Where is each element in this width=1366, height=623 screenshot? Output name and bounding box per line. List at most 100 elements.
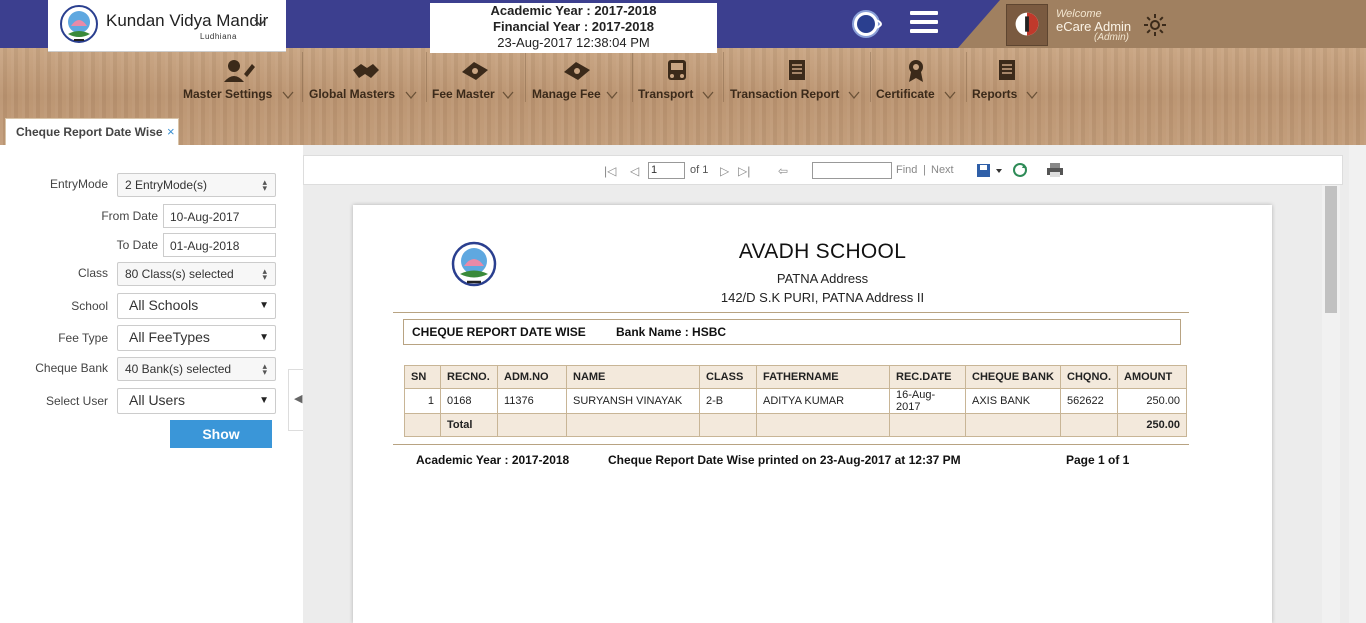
report-school-name: AVADH SCHOOL (738, 240, 907, 263)
find-link[interactable]: Find (896, 164, 917, 176)
table-cell (404, 413, 441, 437)
menu-transport[interactable]: Transport (638, 54, 720, 108)
table-cell: 250.00 (1117, 388, 1187, 414)
print-icon[interactable] (1046, 162, 1064, 178)
chevron-down-icon (606, 91, 618, 100)
chevron-down-icon (848, 91, 860, 100)
hamburger-menu-icon[interactable] (910, 11, 938, 33)
updown-arrow-icon: ▴ ▾ (262, 266, 267, 282)
chevron-down-icon[interactable] (254, 16, 266, 28)
table-cell (965, 413, 1061, 437)
school-selector[interactable]: Kundan Vidya Mandir Ludhiana (48, 0, 286, 52)
menu-global-masters[interactable]: Global Masters (309, 54, 423, 108)
table-cell: 11376 (497, 388, 567, 414)
class-label: Class (77, 266, 108, 280)
school-select[interactable]: All Schools ▼ (117, 293, 276, 319)
table-cell: 562622 (1060, 388, 1118, 414)
menu-master-settings[interactable]: Master Settings (182, 54, 298, 108)
column-header: ADM.NO (497, 365, 567, 389)
academic-year: Academic Year : 2017-2018 (490, 3, 657, 18)
table-cell: 16-Aug-2017 (889, 388, 966, 414)
footer-page-number: Page 1 of 1 (1066, 453, 1130, 467)
updown-arrow-icon: ▴ ▾ (262, 177, 267, 193)
school-logo-icon (451, 241, 497, 287)
page-number-input[interactable]: 1 (648, 162, 685, 179)
column-header: CHEQUE BANK (965, 365, 1061, 389)
menu-manage-fee[interactable]: Manage Fee (532, 54, 630, 108)
document-icon (999, 60, 1015, 80)
table-cell: ADITYA KUMAR (756, 388, 890, 414)
chevron-down-icon (944, 91, 956, 100)
to-date-input[interactable]: 01-Aug-2018 (163, 233, 276, 257)
menu-divider (723, 52, 724, 102)
from-date-label: From Date (101, 209, 158, 223)
menu-divider (302, 52, 303, 102)
table-cell: 1 (404, 388, 441, 414)
entry-mode-label: EntryMode (49, 177, 108, 191)
refresh-icon[interactable] (1012, 162, 1028, 178)
chevron-down-icon (702, 91, 714, 100)
dropdown-arrow-icon: ▼ (259, 395, 269, 406)
table-cell (497, 413, 567, 437)
menu-transaction-report[interactable]: Transaction Report (730, 54, 866, 108)
first-page-icon[interactable]: |◁ (604, 164, 616, 178)
select-user-select[interactable]: All Users ▼ (117, 388, 276, 414)
school-name: Kundan Vidya Mandir (106, 11, 269, 30)
menu-certificate[interactable]: Certificate (876, 54, 964, 108)
dropdown-arrow-icon: ▼ (259, 300, 269, 311)
chevron-left-icon: ◀ (294, 393, 303, 405)
column-header: REC.DATE (889, 365, 966, 389)
close-icon[interactable]: × (167, 124, 175, 139)
session-info: Academic Year : 2017-2018 Financial Year… (430, 3, 717, 53)
column-header: FATHERNAME (756, 365, 890, 389)
next-page-icon[interactable]: ▷ (720, 164, 729, 178)
chevron-down-icon (502, 91, 514, 100)
show-button[interactable]: Show (170, 420, 272, 448)
to-date-label: To Date (116, 238, 158, 252)
gear-icon[interactable] (1143, 13, 1167, 37)
award-icon (909, 60, 923, 82)
previous-page-icon[interactable]: ◁ (630, 164, 639, 178)
fee-magic-logo-icon[interactable] (852, 8, 892, 40)
menu-reports[interactable]: Reports (972, 54, 1042, 108)
fee-type-label: Fee Type (58, 331, 108, 345)
money-icon (564, 62, 590, 80)
page-scrollbar[interactable] (1349, 145, 1366, 623)
entry-mode-select[interactable]: 2 EntryMode(s) ▴ ▾ (117, 173, 276, 197)
cheque-bank-select[interactable]: 40 Bank(s) selected ▴ ▾ (117, 357, 276, 381)
fee-type-select[interactable]: All FeeTypes ▼ (117, 325, 276, 351)
menu-divider (525, 52, 526, 102)
chevron-down-icon (282, 91, 294, 100)
last-page-icon[interactable]: ▷| (738, 164, 750, 178)
user-role: (Admin) (1094, 32, 1130, 43)
class-select[interactable]: 80 Class(s) selected ▴ ▾ (117, 262, 276, 286)
export-icon[interactable] (976, 163, 1004, 179)
menu-fee-master[interactable]: Fee Master (432, 54, 522, 108)
total-amount: 250.00 (1117, 413, 1187, 437)
money-icon (462, 62, 488, 80)
financial-year: Financial Year : 2017-2018 (493, 19, 654, 34)
total-label: Total (440, 413, 498, 437)
page-count: of 1 (690, 164, 709, 176)
next-link[interactable]: Next (931, 164, 954, 176)
report-address-line-2: 142/D S.K PURI, PATNA Address II (720, 290, 925, 305)
table-cell: 2-B (699, 388, 757, 414)
main-menu: Master Settings Global Masters Fee Maste… (0, 48, 1366, 145)
column-header: SN (404, 365, 441, 389)
footer-printed-on: Cheque Report Date Wise printed on 23-Au… (608, 453, 961, 467)
scrollbar-thumb[interactable] (1325, 186, 1337, 313)
back-icon[interactable]: ⇦ (778, 164, 788, 178)
report-table: SN RECNO. ADM.NO NAME CLASS FATHERNAME R… (404, 365, 1187, 437)
cheque-bank-label: Cheque Bank (35, 361, 108, 375)
column-header: NAME (566, 365, 700, 389)
footer-academic-year: Academic Year : 2017-2018 (416, 453, 570, 467)
from-date-input[interactable]: 10-Aug-2017 (163, 204, 276, 228)
toolbar-separator: | (923, 164, 926, 176)
find-input[interactable] (812, 162, 892, 179)
chevron-down-icon (405, 91, 417, 100)
select-user-label: Select User (45, 394, 108, 408)
table-cell (699, 413, 757, 437)
table-row: 1 0168 11376 SURYANSH VINAYAK 2-B ADITYA… (404, 388, 1187, 414)
tab-cheque-report[interactable]: Cheque Report Date Wise × (5, 118, 179, 145)
avatar[interactable] (1006, 4, 1048, 46)
